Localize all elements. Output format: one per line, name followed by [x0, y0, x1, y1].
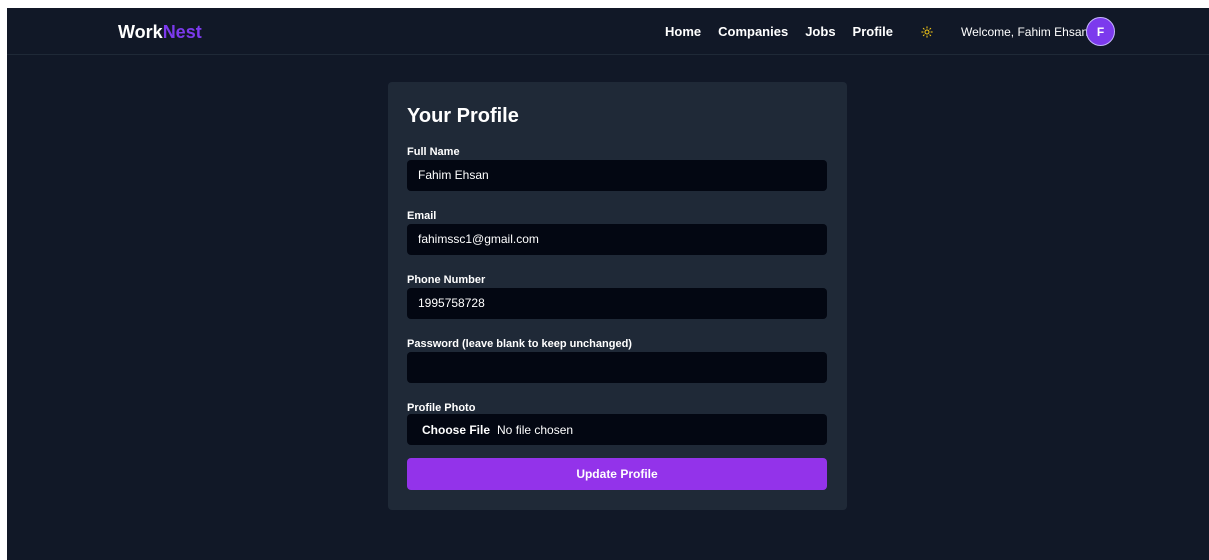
page-title: Your Profile [407, 105, 519, 127]
phone-label: Phone Number [407, 274, 486, 286]
sun-icon [921, 26, 933, 38]
main-nav: Home Companies Jobs Profile [665, 23, 910, 41]
nav-link-companies[interactable]: Companies [718, 23, 788, 41]
logo-text-nest: Nest [162, 22, 202, 42]
password-label: Password (leave blank to keep unchanged) [407, 338, 632, 350]
welcome-message: Welcome, Fahim Ehsan [961, 25, 1089, 39]
profile-card: Your Profile Full Name Email Phone Numbe… [388, 82, 847, 510]
email-label: Email [407, 210, 437, 222]
nav-link-home[interactable]: Home [665, 23, 701, 41]
phone-input[interactable] [407, 288, 827, 319]
update-profile-button[interactable]: Update Profile [407, 458, 827, 490]
full-name-label: Full Name [407, 146, 460, 158]
password-input[interactable] [407, 352, 827, 383]
top-navbar: WorkNest Home Companies Jobs Profile Wel… [7, 8, 1209, 55]
choose-file-button[interactable]: Choose File [422, 422, 490, 438]
file-status-text: No file chosen [497, 422, 574, 437]
nav-link-profile[interactable]: Profile [853, 23, 893, 41]
profile-photo-label: Profile Photo [407, 402, 476, 414]
profile-photo-file-input[interactable]: Choose File No file chosen [407, 414, 827, 445]
nav-link-jobs[interactable]: Jobs [805, 23, 835, 41]
logo-text-work: Work [118, 22, 163, 42]
email-input[interactable] [407, 224, 827, 255]
full-name-input[interactable] [407, 160, 827, 191]
app-frame: WorkNest Home Companies Jobs Profile Wel… [7, 8, 1209, 560]
theme-toggle-button[interactable] [917, 22, 937, 42]
user-avatar[interactable]: F [1086, 17, 1115, 46]
worknest-logo[interactable]: WorkNest [118, 21, 202, 43]
